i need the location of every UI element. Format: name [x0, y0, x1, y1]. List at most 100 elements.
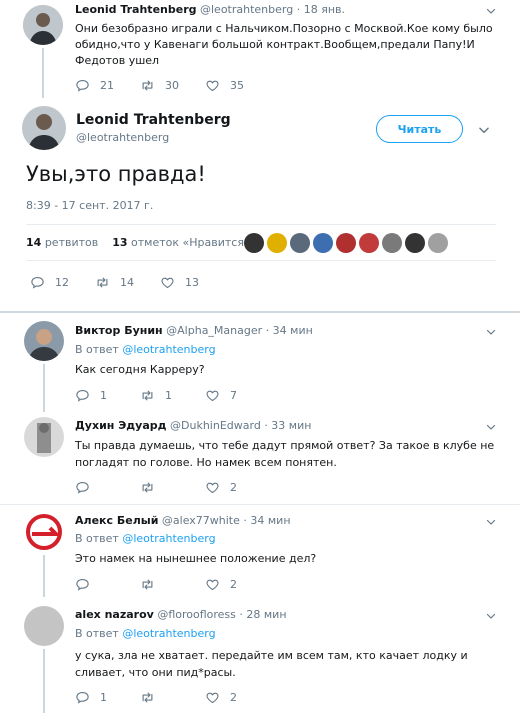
retweet-button[interactable]: [140, 480, 165, 495]
heart-icon: [205, 480, 220, 495]
tweet-timestamp[interactable]: 8:39 - 17 сент. 2017 г.: [26, 199, 153, 212]
tweet-header: Leonid Trahtenberg @leotrahtenberg · 18 …: [75, 3, 345, 16]
heart-icon: [205, 78, 220, 93]
reply-count: 12: [55, 276, 69, 289]
avatar[interactable]: [23, 5, 63, 45]
author-name[interactable]: Виктор Бунин: [75, 324, 163, 337]
chevron-down-icon[interactable]: [485, 516, 497, 528]
tweet-date[interactable]: · 18 янв.: [297, 3, 345, 16]
tweet-time[interactable]: · 33 мин: [264, 419, 311, 432]
tweet-text: Как сегодня Карреру?: [75, 363, 205, 376]
tweet-text: Они безобразно играли с Нальчиком.Позорн…: [75, 22, 493, 67]
retweet-button[interactable]: 1: [140, 388, 172, 403]
thread-line: [42, 48, 44, 98]
chevron-down-icon[interactable]: [485, 421, 497, 433]
avatar[interactable]: [22, 106, 66, 150]
reply-icon: [30, 275, 45, 290]
reply-button[interactable]: [75, 577, 100, 592]
chevron-down-icon[interactable]: [485, 5, 497, 17]
retweet-count: 14: [120, 276, 134, 289]
tweet-time[interactable]: · 28 мин: [239, 608, 286, 621]
like-count: 35: [230, 79, 244, 92]
reply-to-link[interactable]: @leotrahtenberg: [122, 532, 215, 545]
avatar[interactable]: [267, 233, 287, 253]
like-button[interactable]: 7: [205, 388, 237, 403]
author-name[interactable]: Духин Эдуард: [75, 419, 167, 432]
author-handle[interactable]: @floroofloress: [157, 608, 236, 621]
retweet-icon: [140, 480, 155, 495]
avatar[interactable]: [244, 233, 264, 253]
thread-line: [43, 649, 45, 713]
reply-button[interactable]: 21: [75, 78, 114, 93]
retweet-icon: [140, 577, 155, 592]
avatar[interactable]: [24, 606, 64, 646]
divider: [26, 260, 496, 261]
like-button[interactable]: 35: [205, 78, 244, 93]
author-name[interactable]: Leonid Trahtenberg: [75, 3, 197, 16]
reply-to-link[interactable]: @leotrahtenberg: [122, 343, 215, 356]
author-name[interactable]: alex nazarov: [75, 608, 154, 621]
like-stat-label: отметок «Нравится»: [131, 236, 251, 249]
author-handle[interactable]: @alex77white: [162, 514, 240, 527]
avatar[interactable]: [24, 321, 64, 361]
avatar[interactable]: [428, 233, 448, 253]
retweet-icon: [140, 690, 155, 705]
reply-to-link[interactable]: @leotrahtenberg: [122, 627, 215, 640]
follow-button[interactable]: Читать: [376, 115, 463, 143]
retweet-stat[interactable]: 14 ретвитов: [26, 236, 98, 249]
avatar[interactable]: [313, 233, 333, 253]
heart-icon: [205, 690, 220, 705]
retweet-button[interactable]: 14: [95, 275, 134, 290]
author-handle[interactable]: @leotrahtenberg: [200, 3, 293, 16]
tweet-header: Виктор Бунин @Alpha_Manager · 34 мин: [75, 324, 313, 337]
retweet-icon: [95, 275, 110, 290]
reply-to: В ответ @leotrahtenberg: [75, 627, 216, 640]
avatar[interactable]: [24, 512, 64, 552]
avatar[interactable]: [359, 233, 379, 253]
reply-icon: [75, 577, 90, 592]
avatar[interactable]: [336, 233, 356, 253]
reply-to-label: В ответ: [75, 532, 119, 545]
reply-button[interactable]: 12: [30, 275, 69, 290]
reply-count: 1: [100, 389, 107, 402]
reply-button[interactable]: 1: [75, 388, 107, 403]
like-button[interactable]: 13: [160, 275, 199, 290]
like-stat[interactable]: 13 отметок «Нравится»: [112, 236, 250, 249]
reply-button[interactable]: [75, 480, 100, 495]
like-button[interactable]: 2: [205, 690, 237, 705]
heart-icon: [205, 388, 220, 403]
retweet-count: 30: [165, 79, 179, 92]
like-count: 13: [185, 276, 199, 289]
author-handle[interactable]: @DukhinEdward: [170, 419, 261, 432]
retweet-button[interactable]: [140, 690, 165, 705]
chevron-down-icon[interactable]: [485, 610, 497, 622]
reply-icon: [75, 690, 90, 705]
retweet-button[interactable]: 30: [140, 78, 179, 93]
like-button[interactable]: 2: [205, 577, 237, 592]
reply-button[interactable]: 1: [75, 690, 107, 705]
like-button[interactable]: 2: [205, 480, 237, 495]
avatar[interactable]: [24, 417, 64, 457]
retweet-stat-label: ретвитов: [44, 236, 99, 249]
tweet-time[interactable]: · 34 мин: [266, 324, 313, 337]
chevron-down-icon[interactable]: [477, 123, 491, 137]
author-name[interactable]: Leonid Trahtenberg: [76, 112, 231, 128]
author-handle[interactable]: @leotrahtenberg: [76, 131, 169, 144]
avatar[interactable]: [382, 233, 402, 253]
tweet-stats: 14 ретвитов 13 отметок «Нравится»: [26, 236, 251, 249]
chevron-down-icon[interactable]: [485, 326, 497, 338]
avatar[interactable]: [405, 233, 425, 253]
author-name[interactable]: Алекс Белый: [75, 514, 158, 527]
tweet-header: Алекс Белый @alex77white · 34 мин: [75, 514, 291, 527]
tweet-header: Духин Эдуард @DukhinEdward · 33 мин: [75, 419, 311, 432]
reply-to: В ответ @leotrahtenberg: [75, 343, 216, 356]
reply-icon: [75, 480, 90, 495]
tweet-time[interactable]: · 34 мин: [243, 514, 290, 527]
tweet-text: у сука, зла не хватает. передайте им все…: [75, 649, 468, 679]
divider: [26, 224, 496, 225]
tweet-text: Увы,это правда!: [26, 162, 206, 186]
retweet-button[interactable]: [140, 577, 165, 592]
author-handle[interactable]: @Alpha_Manager: [166, 324, 262, 337]
avatar[interactable]: [290, 233, 310, 253]
divider: [0, 504, 520, 505]
